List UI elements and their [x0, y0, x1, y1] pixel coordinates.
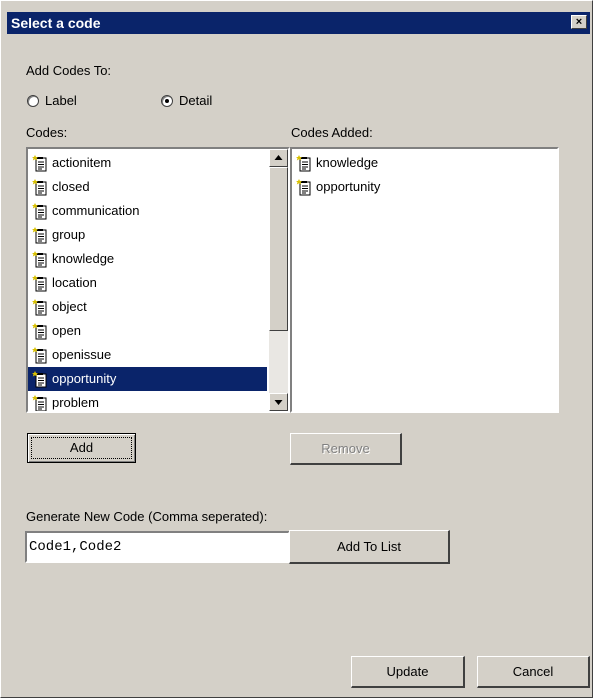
add-codes-to-label: Add Codes To:	[26, 63, 112, 78]
code-document-icon	[32, 154, 47, 172]
code-list-item-label: communication	[52, 203, 140, 218]
code-list-item[interactable]: problem	[28, 391, 267, 411]
code-list-item[interactable]: location	[28, 271, 267, 295]
code-list-item[interactable]: open	[28, 319, 267, 343]
scroll-up-button[interactable]	[269, 149, 288, 167]
code-document-icon	[32, 274, 47, 292]
code-list-item[interactable]: closed	[28, 175, 267, 199]
code-list-item[interactable]: opportunity	[28, 367, 267, 391]
code-document-icon	[32, 322, 47, 340]
code-document-icon	[296, 154, 311, 172]
add-button[interactable]: Add	[27, 433, 136, 463]
scroll-down-icon	[274, 400, 283, 405]
add-to-list-button[interactable]: Add To List	[289, 530, 450, 564]
code-document-icon	[296, 178, 311, 196]
scroll-thumb[interactable]	[269, 167, 288, 331]
code-list-item[interactable]: knowledge	[28, 247, 267, 271]
code-list-item[interactable]: openissue	[28, 343, 267, 367]
code-list-item[interactable]: communication	[28, 199, 267, 223]
code-list-item-label: closed	[52, 179, 90, 194]
code-list-item-label: openissue	[52, 347, 112, 362]
detail-radio-label[interactable]: Detail	[179, 93, 212, 108]
codes-added-label: Codes Added:	[291, 125, 373, 140]
code-document-icon	[32, 370, 47, 388]
code-list-item-label: open	[52, 323, 81, 338]
code-list-item-label: object	[52, 299, 87, 314]
generate-new-code-label: Generate New Code (Comma seperated):	[26, 509, 268, 524]
cancel-button[interactable]: Cancel	[477, 656, 590, 688]
added-code-list-item[interactable]: opportunity	[292, 175, 556, 199]
code-list-item[interactable]: actionitem	[28, 151, 267, 175]
code-list-item-label: problem	[52, 395, 99, 410]
code-document-icon	[32, 178, 47, 196]
label-radio[interactable]	[27, 95, 39, 107]
code-list-item-label: location	[52, 275, 97, 290]
code-list-item[interactable]: group	[28, 223, 267, 247]
window-title: Select a code	[11, 15, 101, 31]
codes-listbox[interactable]: actionitem closed communication group knowle…	[26, 147, 290, 413]
added-code-list-item[interactable]: knowledge	[292, 151, 556, 175]
new-code-input[interactable]	[25, 531, 290, 563]
code-list-item-label: knowledge	[52, 251, 115, 266]
codes-added-listbox[interactable]: knowledge opportunity	[290, 147, 559, 413]
label-radio-label[interactable]: Label	[45, 93, 77, 108]
code-document-icon	[32, 226, 47, 244]
codes-scrollbar[interactable]	[269, 149, 288, 411]
code-list-item-label: opportunity	[52, 371, 117, 386]
added-code-list-item-label: knowledge	[316, 155, 379, 170]
code-document-icon	[32, 346, 47, 364]
added-code-list-item-label: opportunity	[316, 179, 381, 194]
code-list-item-label: group	[52, 227, 86, 242]
code-document-icon	[32, 394, 47, 411]
select-code-dialog: Select a code × Add Codes To: Label Deta…	[0, 0, 593, 698]
remove-button[interactable]: Remove	[290, 433, 402, 465]
code-document-icon	[32, 202, 47, 220]
update-button[interactable]: Update	[351, 656, 465, 688]
close-icon: ×	[575, 16, 583, 28]
close-button[interactable]: ×	[571, 15, 587, 29]
code-document-icon	[32, 298, 47, 316]
title-bar: Select a code ×	[7, 12, 590, 34]
scroll-down-button[interactable]	[269, 393, 288, 411]
codes-label: Codes:	[26, 125, 68, 140]
scroll-up-icon	[274, 155, 283, 160]
detail-radio[interactable]	[161, 95, 173, 107]
code-document-icon	[32, 250, 47, 268]
code-list-item[interactable]: object	[28, 295, 267, 319]
code-list-item-label: actionitem	[52, 155, 112, 170]
